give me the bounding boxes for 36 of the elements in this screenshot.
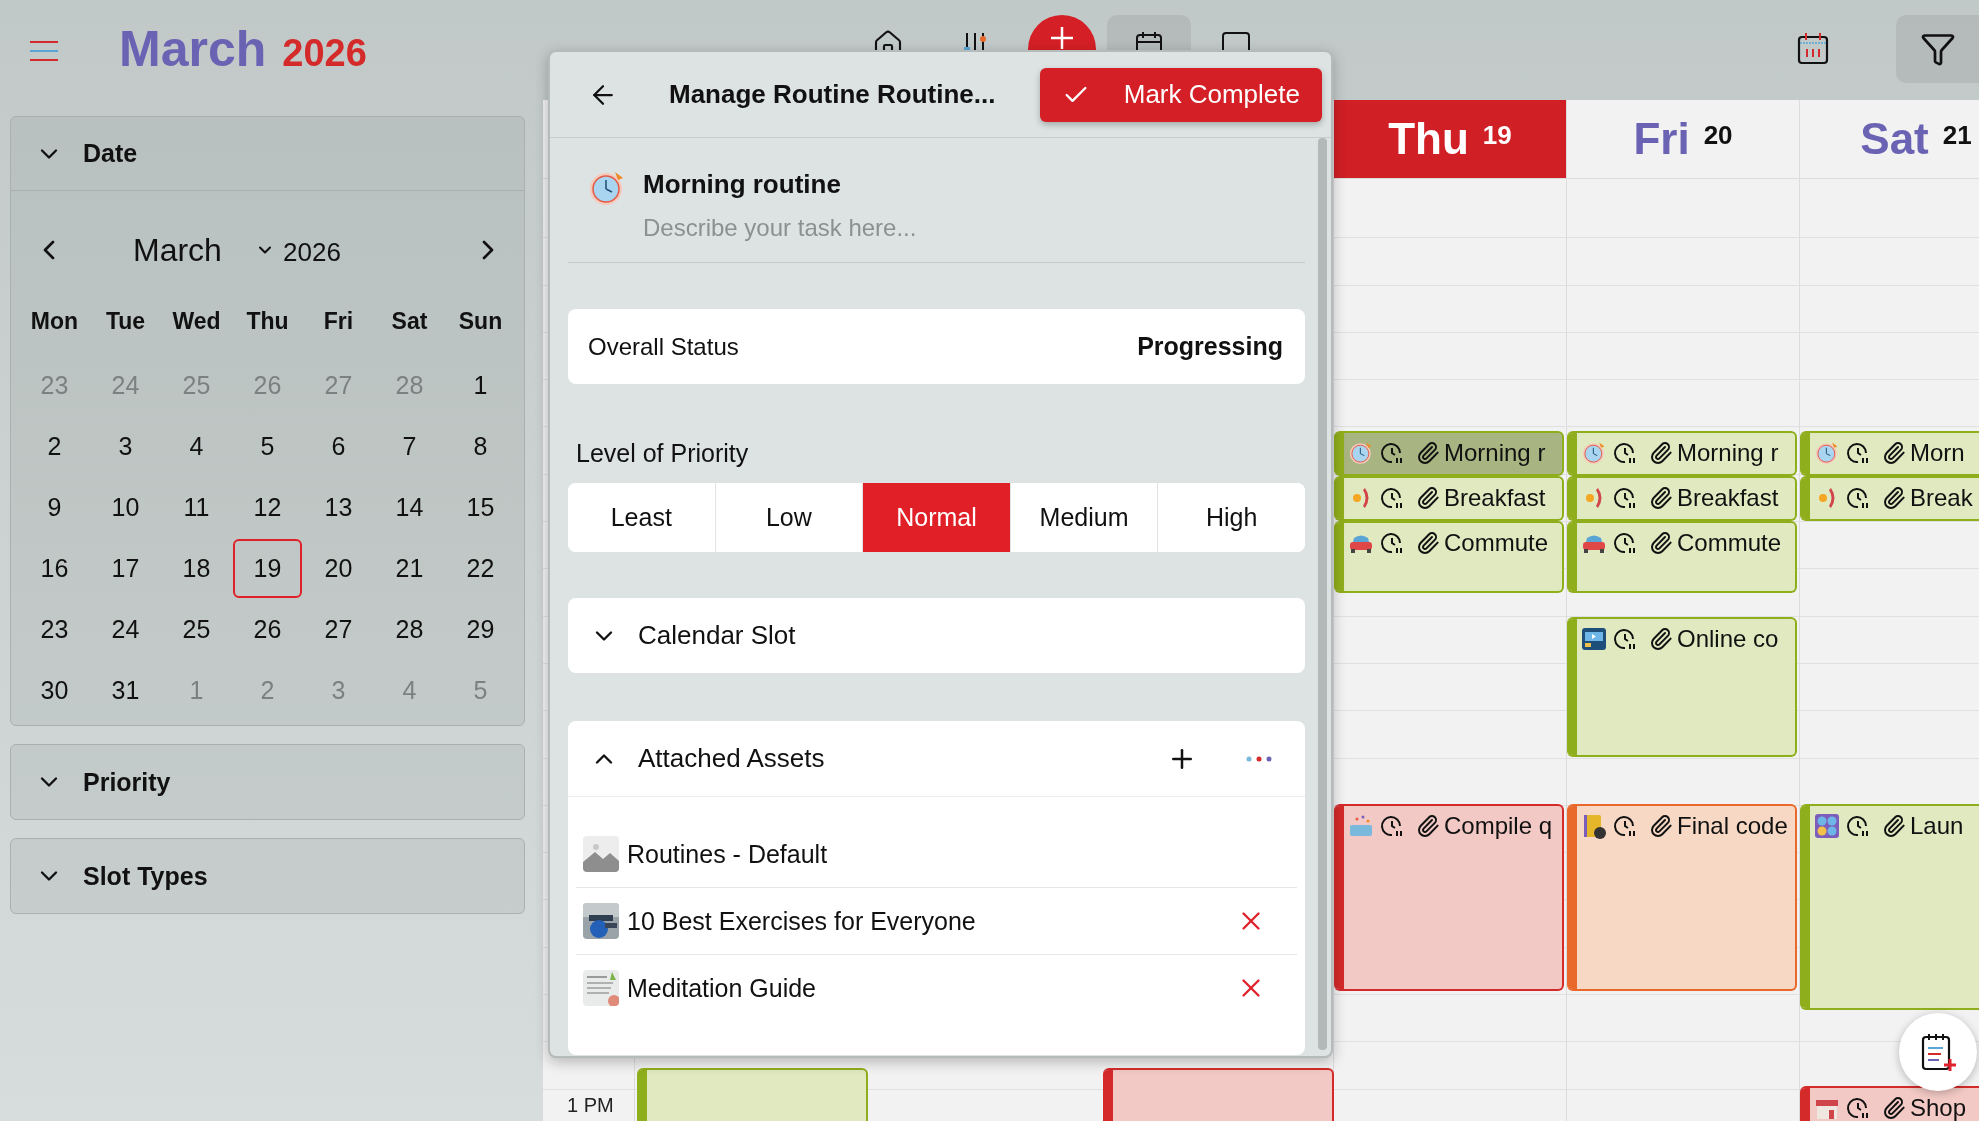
month-label: March [133, 231, 223, 269]
event-title: Commute [1444, 529, 1549, 557]
event-title: Online co [1677, 625, 1779, 653]
weekday-label: Wed [171, 307, 222, 336]
event-title: Morning r [1444, 439, 1546, 467]
event-title: Laun [1910, 812, 1964, 840]
event-title: Final code [1677, 812, 1788, 840]
weekday-label: Fri [322, 307, 355, 336]
day-date: 20 [1703, 119, 1733, 151]
day-name: Fri [1633, 114, 1690, 164]
day-date: 19 [1482, 119, 1512, 151]
day-date: 21 [1942, 119, 1972, 151]
weekday-label: Sat [390, 307, 429, 336]
weekday-label: Tue [104, 307, 147, 336]
year-title: 2026 [282, 34, 367, 72]
status-label: Overall Status [588, 332, 739, 361]
weekday-label: Thu [245, 307, 290, 336]
weekday-label: Mon [29, 307, 80, 336]
day-name: Sat [1860, 114, 1929, 164]
dialog-title: Manage Routine Routine... [669, 79, 996, 110]
time-label: 1 PM [567, 1094, 614, 1117]
task-title: Morning routine [643, 168, 842, 200]
year-label: 2026 [283, 236, 341, 268]
event-title: Breakfast [1677, 484, 1779, 512]
event-title: Shop [1910, 1094, 1967, 1121]
event-title: Morn [1910, 439, 1965, 467]
event-title: Breakfast [1444, 484, 1546, 512]
month-title: March [119, 24, 267, 74]
event-title: Break [1910, 484, 1973, 512]
status-value: Progressing [1137, 332, 1283, 361]
day-name: Thu [1388, 114, 1469, 164]
event-title: Commute [1677, 529, 1782, 557]
event-title: Morning r [1677, 439, 1779, 467]
priority-label: Level of Priority [576, 438, 750, 469]
event-title: Compile q [1444, 812, 1553, 840]
weekday-label: Sun [457, 307, 504, 336]
